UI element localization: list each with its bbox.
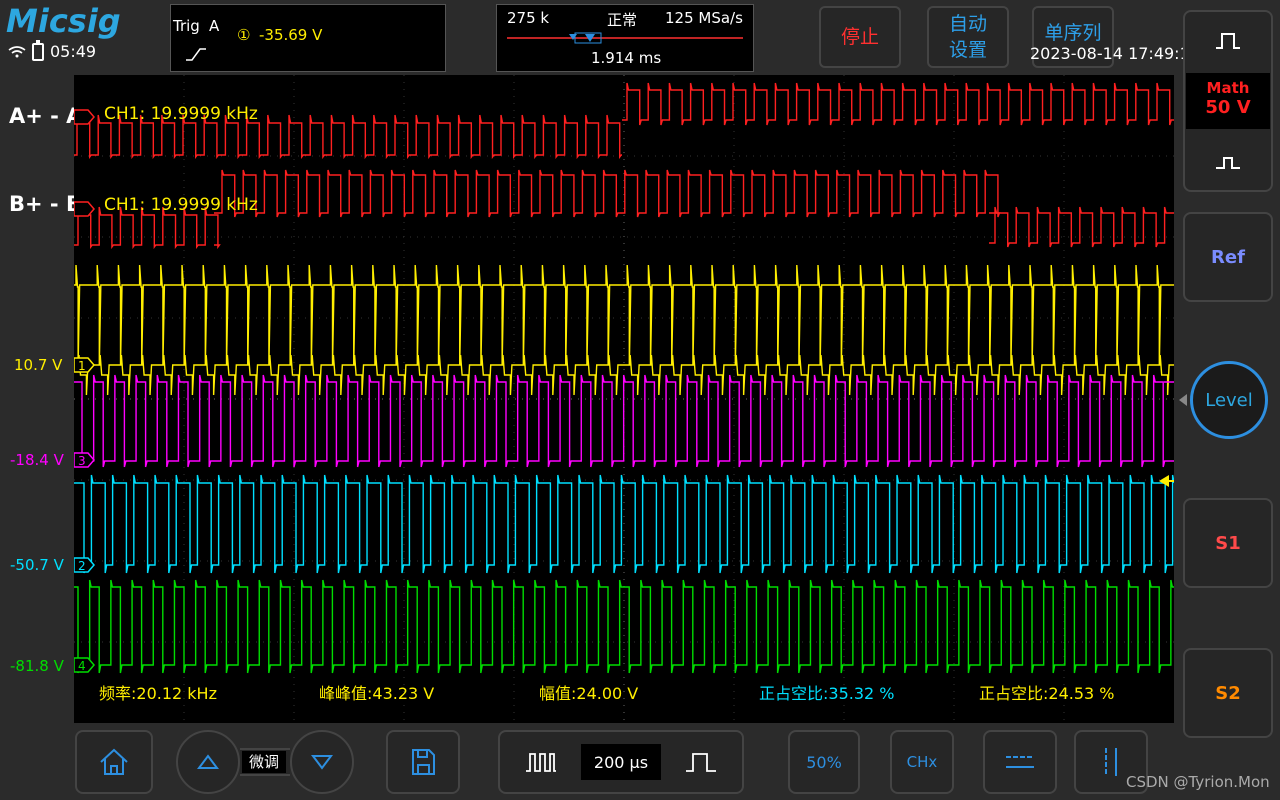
battery-icon (32, 39, 44, 61)
s1-button[interactable]: S1 (1183, 498, 1273, 588)
home-icon (100, 748, 128, 775)
level-knob[interactable]: Level (1190, 361, 1268, 439)
save-button[interactable] (386, 730, 460, 794)
math-b-marker (74, 201, 95, 217)
pulse-dense-icon (525, 753, 556, 772)
math-b-trace-3 (989, 206, 1174, 248)
adjust-up-button[interactable] (176, 730, 240, 794)
math-b-measure: CH1: 19.9999 kHz (104, 195, 258, 215)
fine-adjust-label[interactable]: 微调 (242, 751, 286, 773)
timebase-control: 200 µs (498, 730, 744, 794)
trigger-source: A (209, 17, 220, 35)
ch1-marker-label: 1 (78, 359, 86, 373)
timebase-value: 200 µs (581, 744, 661, 780)
measure-frequency: 频率:20.12 kHz (99, 684, 217, 703)
trigger-panel[interactable]: Trig A ① -35.69 V (170, 4, 446, 72)
measure-duty-ch1: 正占空比:24.53 % (979, 684, 1115, 703)
memory-position-bar[interactable] (507, 31, 743, 45)
ch1-offset: 10.7 V (14, 356, 63, 374)
measure-amplitude: 幅值:24.00 V (539, 684, 639, 703)
level-arrow-icon (1179, 394, 1187, 406)
home-button[interactable] (75, 730, 153, 794)
triangle-up-icon (197, 754, 219, 769)
horizontal-cursor-icon (1006, 756, 1034, 768)
clock: 05:49 (50, 42, 97, 61)
math-a-measure: CH1: 19.9999 kHz (104, 104, 258, 124)
ch1-upper-trace (74, 264, 1174, 366)
math-b-trace-2 (214, 169, 1001, 218)
wifi-icon (8, 45, 26, 57)
math-a-marker (74, 109, 95, 125)
vertical-cursor-icon (1105, 748, 1117, 776)
pulse-sparse-icon (686, 753, 717, 772)
trigger-level-marker (1159, 475, 1169, 487)
math-scale-box[interactable]: Math 50 V (1186, 73, 1270, 129)
triangle-down-icon (311, 755, 333, 770)
math-label: Math (1206, 79, 1250, 97)
trigger-channel-mark: ① (237, 26, 251, 44)
timebase-increase-button[interactable] (661, 732, 742, 792)
measure-duty-ch2: 正占空比:35.32 % (759, 684, 895, 703)
fine-adjust-group: 微调 (176, 730, 354, 794)
auto-setup-button[interactable]: 自动 设置 (927, 6, 1009, 68)
waveform-display[interactable]: 1 3 2 4 CH1: 19.9999 kHz CH1: 19.9999 kHz 频… (74, 75, 1174, 723)
s2-button[interactable]: S2 (1183, 648, 1273, 738)
brand-logo: Micsig (6, 2, 121, 40)
memory-depth: 275 k (507, 9, 550, 27)
ch3-offset: -18.4 V (10, 451, 64, 469)
fifty-percent-button[interactable]: 50% (788, 730, 860, 794)
save-icon (412, 749, 435, 775)
sample-rate: 125 MSa/s (665, 9, 743, 27)
waveform-canvas[interactable]: 1 3 2 4 (74, 75, 1174, 723)
ch4-offset: -81.8 V (10, 657, 64, 675)
ch4-marker-label: 4 (78, 659, 86, 673)
ch2-offset: -50.7 V (10, 556, 64, 574)
measure-peak-to-peak: 峰峰值:43.23 V (319, 684, 435, 703)
trigger-level: -35.69 V (259, 26, 323, 44)
pulse-narrow-icon (1216, 157, 1240, 169)
chx-button[interactable]: CHx (890, 730, 954, 794)
trigger-title: Trig (173, 17, 200, 35)
ch3-trace (74, 374, 1174, 468)
adjust-down-button[interactable] (290, 730, 354, 794)
stop-button[interactable]: 停止 (819, 6, 901, 68)
watermark: CSDN @Tyrion.Mon (1126, 773, 1270, 791)
math-panel[interactable]: Math 50 V (1183, 10, 1273, 192)
horizontal-cursor-button[interactable] (983, 730, 1057, 794)
math-scale: 50 V (1205, 97, 1251, 118)
trigger-position: 1.914 ms (591, 49, 662, 67)
rising-edge-icon (186, 48, 206, 61)
pulse-wide-icon (1216, 33, 1240, 49)
acq-mode: 正常 (607, 11, 638, 29)
math-a-trace-2 (622, 82, 1174, 126)
datetime: 2023-08-14 17:49:19 (1030, 44, 1200, 63)
ch2-marker-label: 2 (78, 559, 86, 573)
timebase-decrease-button[interactable] (500, 732, 581, 792)
ch3-marker-label: 3 (78, 454, 86, 468)
timebase-panel[interactable]: 275 k 正常 125 MSa/s 1.914 ms (496, 4, 754, 72)
status-bar: 05:49 (8, 39, 97, 61)
ref-button[interactable]: Ref (1183, 212, 1273, 302)
